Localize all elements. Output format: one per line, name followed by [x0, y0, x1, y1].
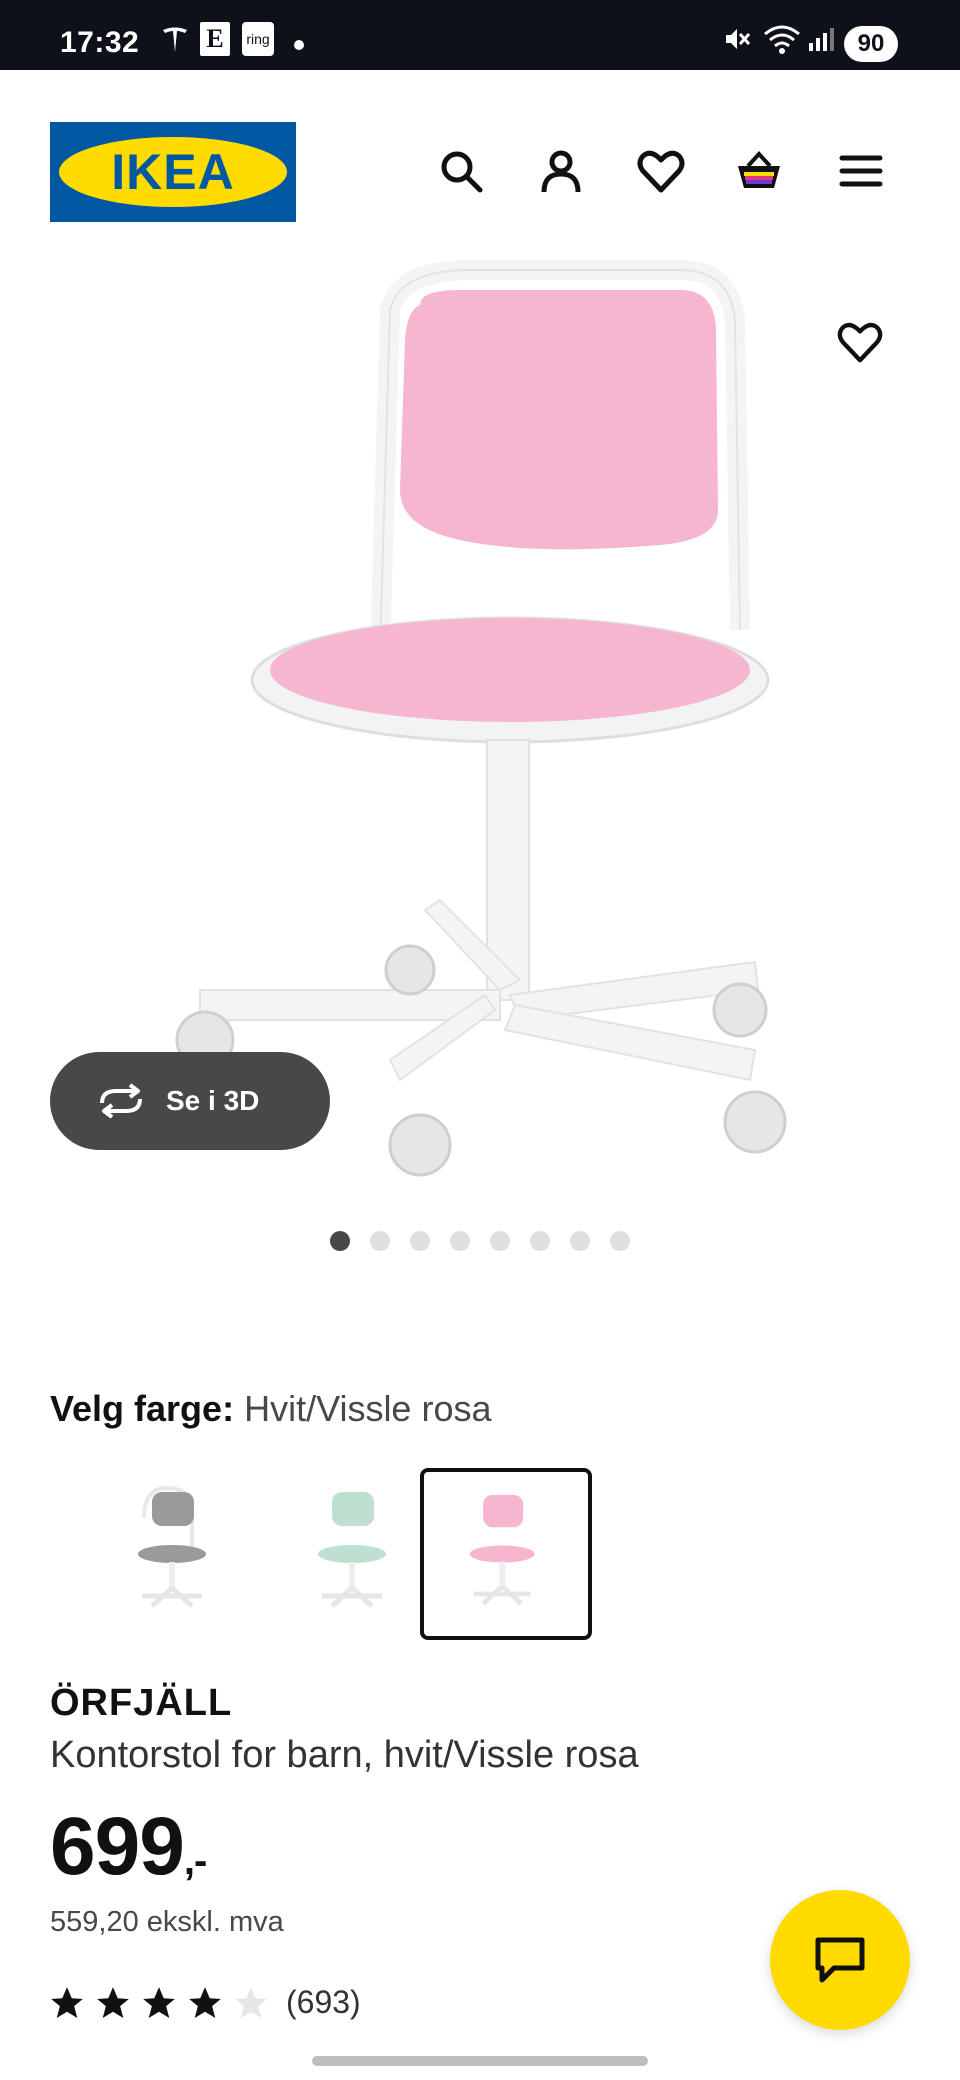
- color-variant-green[interactable]: [232, 1468, 404, 1640]
- product-description: Kontorstol for barn, hvit/Vissle rosa: [50, 1734, 639, 1776]
- gallery-dot[interactable]: [370, 1231, 390, 1251]
- star-full-icon: [143, 1987, 175, 2019]
- price-ex-vat: 559,20 ekskl. mva: [50, 1906, 284, 1938]
- logo-text: IKEA: [111, 144, 235, 200]
- star-full-icon: [51, 1987, 83, 2019]
- search-icon[interactable]: [436, 146, 486, 196]
- gallery-dot[interactable]: [530, 1231, 550, 1251]
- gallery-dot[interactable]: [610, 1231, 630, 1251]
- add-to-wishlist-icon[interactable]: [836, 318, 884, 366]
- color-variant-grey[interactable]: [52, 1468, 224, 1640]
- rotate-3d-icon: [100, 1083, 142, 1119]
- e-icon: E: [200, 22, 230, 56]
- menu-icon[interactable]: [836, 146, 886, 196]
- mute-icon: [720, 22, 754, 56]
- color-label: Velg farge:: [50, 1388, 235, 1429]
- gallery-dot[interactable]: [490, 1231, 510, 1251]
- product-price: 699,-: [50, 1800, 207, 1894]
- gallery-dot[interactable]: [330, 1231, 350, 1251]
- price-value: 699: [50, 1801, 185, 1892]
- chat-button[interactable]: [770, 1890, 910, 2030]
- color-selection-line: Velg farge: Hvit/Vissle rosa: [50, 1388, 492, 1430]
- chat-icon: [815, 1937, 865, 1983]
- price-suffix: ,-: [183, 1839, 207, 1883]
- rating-stars[interactable]: [48, 1984, 270, 2022]
- color-variant-pink[interactable]: [420, 1468, 592, 1640]
- ikea-logo[interactable]: IKEA: [50, 122, 296, 222]
- cart-icon[interactable]: [734, 146, 784, 196]
- star-full-icon: [189, 1987, 221, 2019]
- color-value: Hvit/Vissle rosa: [244, 1388, 492, 1429]
- home-indicator[interactable]: [312, 2056, 648, 2066]
- view-in-3d-button[interactable]: Se i 3D: [50, 1052, 330, 1150]
- gallery-dot[interactable]: [410, 1231, 430, 1251]
- tesla-icon: [158, 22, 192, 56]
- dot-icon: [294, 40, 304, 50]
- heart-icon[interactable]: [636, 146, 686, 196]
- gallery-dot[interactable]: [450, 1231, 470, 1251]
- account-icon[interactable]: [536, 146, 586, 196]
- review-count[interactable]: (693): [286, 1984, 361, 2021]
- gallery-pagination: [330, 1231, 630, 1251]
- status-time: 17:32: [60, 26, 140, 59]
- battery-indicator: 90: [844, 26, 898, 62]
- star-empty-icon: [235, 1987, 267, 2019]
- ring-icon: ring: [242, 22, 274, 56]
- status-bar: 17:32 E ring 90: [0, 0, 960, 70]
- wifi-icon: [762, 22, 802, 56]
- star-full-icon: [97, 1987, 129, 2019]
- product-name: ÖRFJÄLL: [50, 1682, 233, 1724]
- view-in-3d-label: Se i 3D: [166, 1085, 260, 1116]
- signal-icon: [806, 22, 836, 56]
- gallery-dot[interactable]: [570, 1231, 590, 1251]
